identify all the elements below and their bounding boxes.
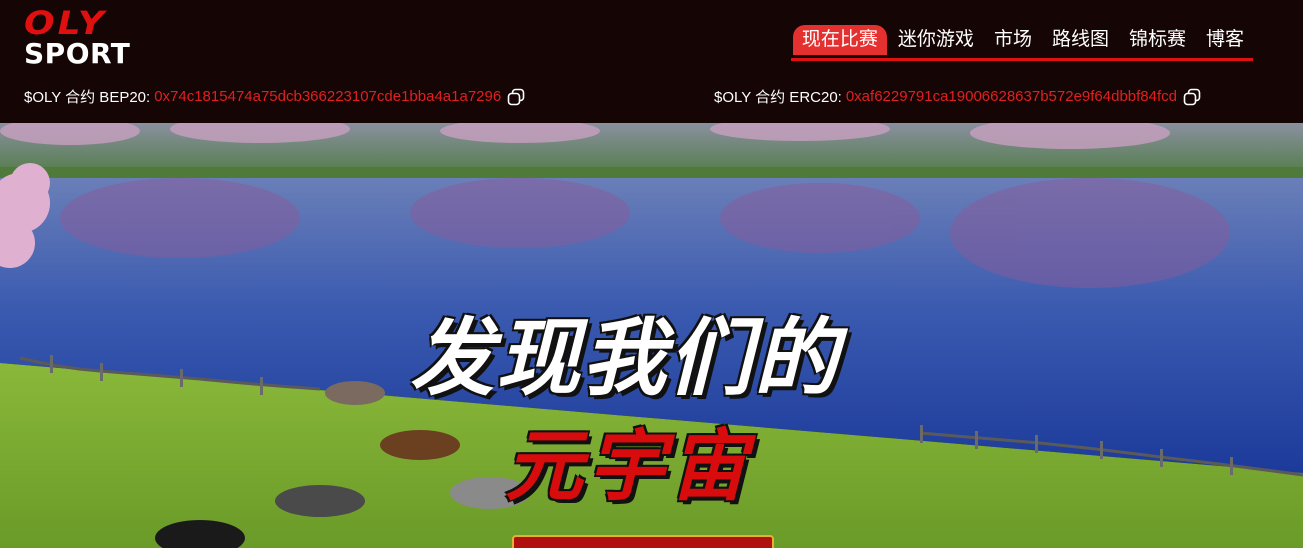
nav-item-blog[interactable]: 博客 — [1197, 25, 1253, 55]
contract-bep20-address[interactable]: 0x74c1815474a75dcb366223107cde1bba4a1a72… — [154, 88, 501, 105]
contract-erc20-address[interactable]: 0xaf6229791ca19006628637b572e9f64dbbf84f… — [846, 88, 1177, 105]
copy-icon[interactable] — [507, 88, 525, 106]
hero-headline-line2: 元宇宙 — [505, 422, 752, 512]
contract-erc20: $OLY 合约 ERC20: 0xaf6229791ca19006628637b… — [714, 86, 1201, 107]
nav-item-live-race[interactable]: 现在比赛 — [792, 25, 887, 55]
contract-erc20-label: $OLY 合约 ERC20: — [714, 89, 842, 106]
nav-item-market[interactable]: 市场 — [985, 25, 1041, 55]
hero-banner: 发现我们的 元宇宙 — [0, 123, 1303, 548]
logo[interactable]: OLY SPORT — [24, 6, 144, 70]
contract-bep20: $OLY 合约 BEP20: 0x74c1815474a75dcb3662231… — [24, 86, 525, 107]
nav-item-tournament[interactable]: 锦标赛 — [1120, 25, 1195, 55]
logo-oly-text: OLY — [24, 5, 108, 42]
nav-item-mini-games[interactable]: 迷你游戏 — [889, 25, 983, 55]
logo-sport-text: SPORT — [24, 37, 131, 70]
site-header: OLY SPORT 现在比赛 迷你游戏 市场 路线图 锦标赛 博客 $OLY 合… — [0, 0, 1303, 123]
contract-bep20-label: $OLY 合约 BEP20: — [24, 89, 151, 106]
hero-cta-button[interactable] — [512, 535, 774, 548]
nav-item-roadmap[interactable]: 路线图 — [1043, 25, 1118, 55]
hero-headline-line1: 发现我们的 — [410, 309, 841, 407]
main-nav: 现在比赛 迷你游戏 市场 路线图 锦标赛 博客 — [790, 22, 1253, 61]
copy-icon[interactable] — [1183, 88, 1201, 106]
